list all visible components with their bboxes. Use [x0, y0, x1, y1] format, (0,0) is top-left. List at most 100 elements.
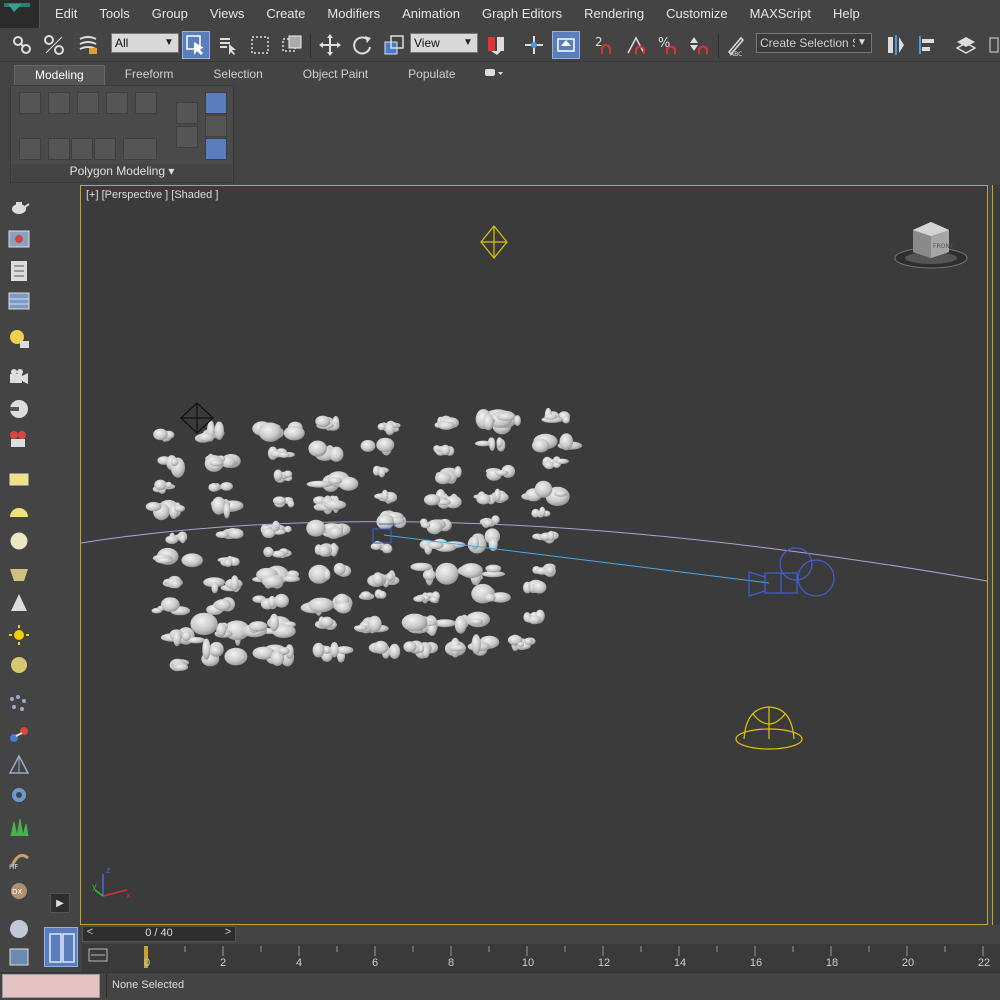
reference-coord-dropdown[interactable]: View ▼ — [410, 33, 478, 53]
toggle-scene-explorer-button[interactable] — [952, 31, 980, 59]
cloud — [210, 496, 244, 519]
modify-mode-button[interactable] — [19, 138, 41, 160]
plane-icon[interactable] — [6, 466, 32, 492]
menu-views[interactable]: Views — [199, 0, 255, 28]
viewport-layout-button[interactable] — [44, 927, 78, 967]
helper-icon[interactable] — [6, 396, 32, 422]
element-mode-button[interactable] — [135, 92, 157, 114]
ribbon-tool-button[interactable] — [176, 102, 198, 124]
named-selection-sets-dropdown[interactable]: Create Selection Se ▼ — [756, 33, 872, 53]
edge-mode-button[interactable] — [48, 92, 70, 114]
spinner-snap-button[interactable] — [686, 31, 714, 59]
pyramid-wire-icon[interactable] — [6, 752, 32, 778]
tab-freeform[interactable]: Freeform — [105, 65, 194, 85]
border-mode-button[interactable] — [77, 92, 99, 114]
menu-create[interactable]: Create — [255, 0, 316, 28]
edit-named-selections-button[interactable]: ABC — [722, 31, 750, 59]
ribbon-options-button[interactable] — [476, 65, 512, 85]
cloth-icon[interactable]: DX — [6, 878, 32, 904]
snaps-toggle-button[interactable]: 2 — [590, 31, 618, 59]
scale-button[interactable] — [380, 31, 408, 59]
play-animation-button[interactable]: ▶ — [50, 893, 70, 913]
menu-animation[interactable]: Animation — [391, 0, 471, 28]
vertex-mode-button[interactable] — [19, 92, 41, 114]
toolbar-overflow-button[interactable] — [986, 31, 1000, 59]
render-frame-icon[interactable] — [6, 944, 32, 970]
ribbon-tool-button[interactable] — [205, 92, 227, 114]
menu-group[interactable]: Group — [141, 0, 199, 28]
menu-maxscript[interactable]: MAXScript — [739, 0, 822, 28]
rectangular-selection-button[interactable] — [246, 31, 274, 59]
ribbon-tool-button[interactable] — [176, 126, 198, 148]
time-slider-next-button[interactable]: > — [220, 926, 236, 942]
angle-snap-button[interactable] — [622, 31, 650, 59]
select-and-manipulate-button[interactable] — [520, 31, 548, 59]
ribbon-tool-button[interactable] — [94, 138, 116, 160]
menu-graph-editors[interactable]: Graph Editors — [471, 0, 573, 28]
teapot-icon[interactable] — [6, 194, 32, 220]
viewcube[interactable]: FRONT — [894, 222, 968, 269]
bind-space-warp-button[interactable] — [74, 31, 102, 59]
sun-icon[interactable] — [6, 622, 32, 648]
polygon-mode-button[interactable] — [106, 92, 128, 114]
light-bulb-icon[interactable] — [6, 326, 32, 352]
menu-modifiers[interactable]: Modifiers — [316, 0, 391, 28]
tab-selection[interactable]: Selection — [193, 65, 282, 85]
time-slider-prev-button[interactable]: < — [82, 926, 98, 942]
ribbon-tabs: Modeling Freeform Selection Object Paint… — [14, 65, 512, 85]
camera-rig-icon[interactable] — [6, 426, 32, 452]
cloud — [242, 613, 296, 638]
cone-icon[interactable] — [6, 590, 32, 616]
menu-tools[interactable]: Tools — [88, 0, 140, 28]
keyboard-shortcut-override-button[interactable] — [552, 31, 580, 59]
tab-object-paint[interactable]: Object Paint — [283, 65, 388, 85]
grass-icon[interactable] — [6, 814, 32, 840]
window-crossing-button[interactable] — [278, 31, 306, 59]
molecule-icon[interactable] — [6, 722, 32, 748]
material-editor-icon[interactable] — [6, 258, 32, 284]
hair-fur-icon[interactable]: HF — [6, 846, 32, 872]
move-button[interactable] — [316, 31, 344, 59]
rotate-button[interactable] — [348, 31, 376, 59]
menu-customize[interactable]: Customize — [655, 0, 738, 28]
maxscript-listener-input[interactable] — [2, 974, 100, 998]
select-by-name-button[interactable] — [214, 31, 242, 59]
sphere-shaded-icon[interactable] — [6, 916, 32, 942]
ribbon-tool-button[interactable] — [205, 138, 227, 160]
selection-filter-dropdown[interactable]: All ▼ — [111, 33, 179, 53]
scene-explorer-icon[interactable] — [6, 288, 32, 314]
cloud — [204, 453, 241, 472]
use-pivot-center-button[interactable] — [482, 31, 510, 59]
cloud — [306, 471, 359, 492]
sphere-icon[interactable] — [6, 528, 32, 554]
ribbon-tool-button[interactable] — [123, 138, 157, 160]
gear-icon[interactable] — [6, 782, 32, 808]
particles-icon[interactable] — [6, 690, 32, 716]
disc-icon[interactable] — [6, 652, 32, 678]
menu-rendering[interactable]: Rendering — [573, 0, 655, 28]
select-object-button[interactable] — [182, 31, 210, 59]
ribbon-tool-button[interactable] — [71, 138, 93, 160]
ribbon-tool-button[interactable] — [48, 138, 70, 160]
menu-edit[interactable]: Edit — [44, 0, 88, 28]
menu-help[interactable]: Help — [822, 0, 871, 28]
render-setup-icon[interactable] — [6, 226, 32, 252]
cloud — [532, 530, 559, 544]
mirror-button[interactable] — [882, 31, 910, 59]
polygon-modeling-dropdown[interactable]: Polygon Modeling ▾ — [12, 164, 232, 182]
svg-text:DX: DX — [12, 888, 22, 896]
percent-snap-button[interactable]: % — [654, 31, 682, 59]
tab-populate[interactable]: Populate — [388, 65, 475, 85]
app-logo[interactable] — [0, 0, 40, 28]
ribbon-tool-button[interactable] — [205, 115, 227, 137]
chevron-down-icon: ▼ — [855, 34, 869, 52]
unlink-button[interactable] — [40, 31, 68, 59]
camera-icon[interactable] — [6, 364, 32, 390]
basket-icon[interactable] — [6, 560, 32, 586]
align-button[interactable] — [914, 31, 942, 59]
cloud — [272, 496, 295, 508]
hemisphere-icon[interactable] — [6, 498, 32, 524]
tab-modeling[interactable]: Modeling — [14, 65, 105, 85]
trackbar-options-button[interactable] — [88, 948, 108, 965]
link-button[interactable] — [8, 31, 36, 59]
